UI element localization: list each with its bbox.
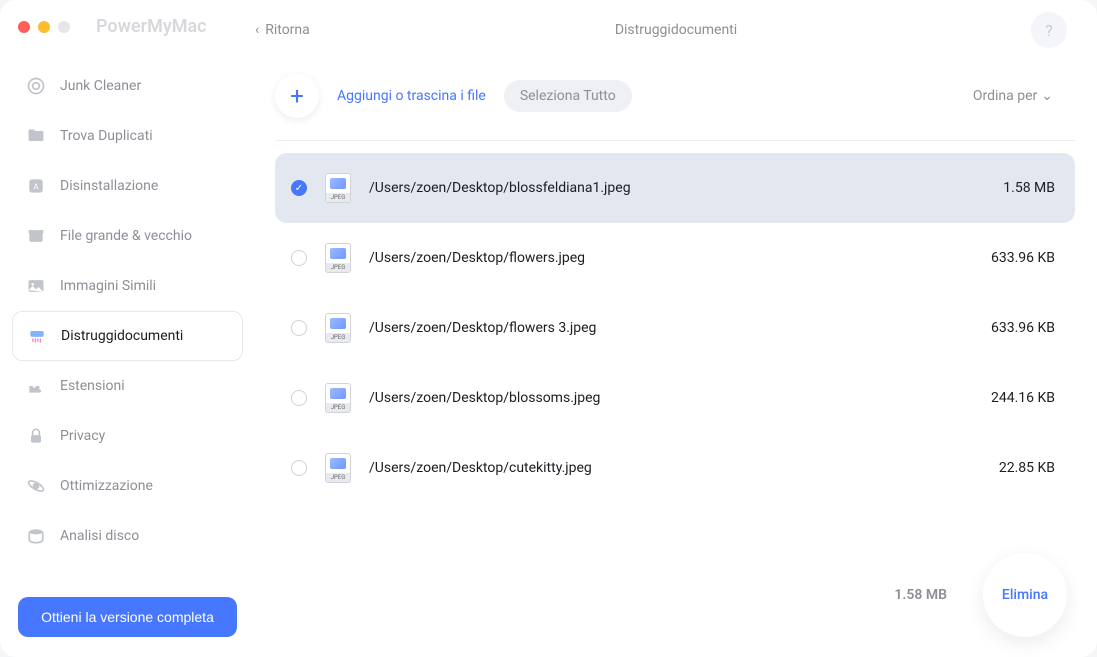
help-button[interactable]: ? [1031, 12, 1067, 48]
sidebar-item-trova-duplicati[interactable]: Trova Duplicati [12, 111, 243, 161]
disk-icon [26, 526, 46, 546]
total-size: 1.58 MB [894, 587, 947, 603]
file-row[interactable]: JPEG/Users/zoen/Desktop/blossoms.jpeg244… [275, 363, 1075, 433]
file-size: 22.85 KB [999, 460, 1055, 476]
header: ‹ Ritorna Distruggidocumenti ? [255, 0, 1097, 60]
sidebar-item-immagini-simili[interactable]: Immagini Simili [12, 261, 243, 311]
minimize-window-button[interactable] [38, 21, 50, 33]
box-icon [26, 226, 46, 246]
chevron-left-icon: ‹ [255, 22, 259, 38]
file-size: 244.16 KB [991, 390, 1055, 406]
file-row[interactable]: JPEG/Users/zoen/Desktop/flowers.jpeg633.… [275, 223, 1075, 293]
file-checkbox[interactable] [291, 180, 307, 196]
lock-icon [26, 426, 46, 446]
file-checkbox[interactable] [291, 250, 307, 266]
sidebar-item-label: Estensioni [60, 378, 125, 394]
sidebar-item-label: Analisi disco [60, 528, 139, 544]
sidebar-item-label: Disinstallazione [60, 178, 158, 194]
file-path: /Users/zoen/Desktop/blossfeldiana1.jpeg [369, 180, 1003, 196]
sidebar-item-privacy[interactable]: Privacy [12, 411, 243, 461]
file-checkbox[interactable] [291, 460, 307, 476]
sidebar-item-label: Trova Duplicati [60, 128, 153, 144]
main-panel: ‹ Ritorna Distruggidocumenti ? + Aggiung… [255, 0, 1097, 657]
image-icon [26, 276, 46, 296]
jpeg-file-icon: JPEG [325, 383, 351, 413]
sidebar: PowerMyMac Junk Cleaner Trova Duplicati A D… [0, 0, 255, 657]
back-button[interactable]: ‹ Ritorna [255, 22, 310, 38]
sort-label: Ordina per [973, 88, 1037, 104]
footer: 1.58 MB Elimina [894, 553, 1067, 637]
sidebar-item-label: Distruggidocumenti [61, 328, 183, 344]
select-all-button[interactable]: Seleziona Tutto [504, 80, 632, 112]
jpeg-file-icon: JPEG [325, 243, 351, 273]
help-icon: ? [1045, 21, 1053, 40]
file-path: /Users/zoen/Desktop/cutekitty.jpeg [369, 460, 999, 476]
orbit-icon [26, 476, 46, 496]
plus-icon: + [290, 82, 304, 110]
sidebar-item-label: File grande & vecchio [60, 228, 192, 244]
full-version-button[interactable]: Ottieni la versione completa [18, 597, 237, 637]
sidebar-item-disinstallazione[interactable]: A Disinstallazione [12, 161, 243, 211]
sidebar-header: PowerMyMac [0, 16, 255, 61]
add-file-button[interactable]: + [275, 74, 319, 118]
close-window-button[interactable] [18, 21, 30, 33]
sidebar-item-label: Privacy [60, 428, 105, 444]
sidebar-item-analisi-disco[interactable]: Analisi disco [12, 511, 243, 561]
delete-button[interactable]: Elimina [983, 553, 1067, 637]
file-size: 633.96 KB [991, 320, 1055, 336]
back-label: Ritorna [265, 22, 310, 38]
sidebar-item-ottimizzazione[interactable]: Ottimizzazione [12, 461, 243, 511]
sidebar-item-junk-cleaner[interactable]: Junk Cleaner [12, 61, 243, 111]
jpeg-file-icon: JPEG [325, 173, 351, 203]
jpeg-file-icon: JPEG [325, 313, 351, 343]
file-row[interactable]: JPEG/Users/zoen/Desktop/flowers 3.jpeg63… [275, 293, 1075, 363]
sidebar-nav: Junk Cleaner Trova Duplicati A Disinstallaz… [0, 61, 255, 585]
file-size: 1.58 MB [1003, 180, 1055, 196]
traffic-lights [18, 21, 70, 33]
app-icon: A [26, 176, 46, 196]
file-checkbox[interactable] [291, 320, 307, 336]
add-file-label[interactable]: Aggiungi o trascina i file [337, 88, 486, 104]
chevron-down-icon: ⌄ [1041, 88, 1053, 104]
sidebar-item-label: Junk Cleaner [60, 78, 141, 94]
sort-button[interactable]: Ordina per ⌄ [973, 88, 1053, 104]
puzzle-icon [26, 376, 46, 396]
file-checkbox[interactable] [291, 390, 307, 406]
folder-icon [26, 126, 46, 146]
sidebar-item-distruggidocumenti[interactable]: Distruggidocumenti [12, 311, 243, 361]
file-row[interactable]: JPEG/Users/zoen/Desktop/cutekitty.jpeg22… [275, 433, 1075, 503]
file-path: /Users/zoen/Desktop/blossoms.jpeg [369, 390, 991, 406]
file-path: /Users/zoen/Desktop/flowers 3.jpeg [369, 320, 991, 336]
app-window: PowerMyMac Junk Cleaner Trova Duplicati A D… [0, 0, 1097, 657]
jpeg-file-icon: JPEG [325, 453, 351, 483]
sidebar-item-label: Ottimizzazione [60, 478, 153, 494]
svg-text:A: A [33, 182, 39, 192]
sidebar-item-file-grande-vecchio[interactable]: File grande & vecchio [12, 211, 243, 261]
file-size: 633.96 KB [991, 250, 1055, 266]
app-title: PowerMyMac [96, 16, 207, 37]
file-path: /Users/zoen/Desktop/flowers.jpeg [369, 250, 991, 266]
maximize-window-button[interactable] [58, 21, 70, 33]
target-icon [26, 76, 46, 96]
file-row[interactable]: JPEG/Users/zoen/Desktop/blossfeldiana1.j… [275, 153, 1075, 223]
shredder-icon [27, 326, 47, 346]
sidebar-item-label: Immagini Simili [60, 278, 156, 294]
sidebar-item-estensioni[interactable]: Estensioni [12, 361, 243, 411]
toolbar: + Aggiungi o trascina i file Seleziona T… [255, 60, 1097, 140]
page-title: Distruggidocumenti [615, 22, 737, 38]
